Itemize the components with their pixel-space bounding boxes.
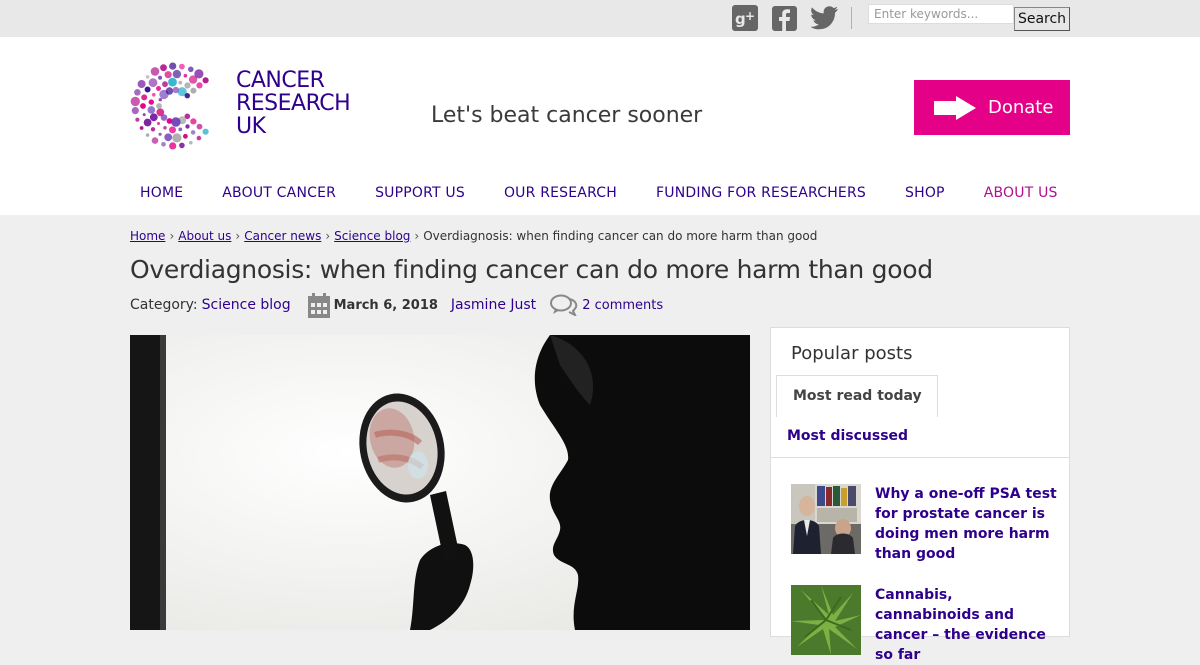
divider [851, 7, 852, 29]
nav-item-about-cancer[interactable]: ABOUT CANCER [222, 185, 336, 207]
article-meta: Category: Science blog March 6, 2018 Jas… [130, 292, 663, 318]
tab-most-read-today[interactable]: Most read today [776, 375, 938, 417]
breadcrumb-science-blog[interactable]: Science blog [334, 229, 410, 243]
nav-item-shop[interactable]: SHOP [905, 185, 945, 207]
breadcrumb: Home › About us › Cancer news › Science blog › O… [130, 229, 817, 243]
breadcrumb-separator: › [235, 229, 241, 243]
nav-item-home[interactable]: HOME [140, 185, 183, 207]
breadcrumb-about-us[interactable]: About us [178, 229, 231, 243]
page-title: Overdiagnosis: when finding cancer can d… [130, 255, 933, 284]
author-link[interactable]: Jasmine Just [451, 297, 536, 313]
article-hero-image [130, 335, 750, 630]
comments-icon [550, 294, 578, 316]
post-thumbnail [791, 585, 861, 655]
breadcrumb-current: Overdiagnosis: when finding cancer can d… [423, 229, 818, 243]
nav-item-funding-for-researchers[interactable]: FUNDING FOR RESEARCHERS [656, 185, 866, 207]
nav-item-support-us[interactable]: SUPPORT US [375, 185, 465, 207]
divider [771, 457, 1069, 458]
breadcrumb-separator: › [325, 229, 331, 243]
facebook-icon[interactable] [772, 5, 797, 31]
calendar-icon [307, 292, 330, 318]
category-label: Category: [130, 297, 198, 313]
search-input[interactable] [868, 4, 1014, 24]
post-thumbnail [791, 484, 861, 554]
site-header: CANCER RESEARCH UK Let's beat cancer soo… [0, 37, 1200, 215]
main-nav: HOME ABOUT CANCER SUPPORT US OUR RESEARC… [130, 185, 1087, 207]
twitter-icon[interactable] [811, 5, 839, 31]
search-button[interactable]: Search [1014, 7, 1070, 31]
arrow-right-icon [934, 95, 976, 120]
magnifying-glass-silhouette-image [130, 335, 750, 630]
nav-item-about-us[interactable]: ABOUT US [984, 185, 1058, 207]
logo-wordmark: CANCER RESEARCH UK [236, 68, 351, 139]
post-date: March 6, 2018 [333, 297, 438, 313]
utility-bar: g + Search [0, 0, 1200, 37]
google-plus-icon[interactable]: g + [732, 5, 758, 31]
breadcrumb-separator: › [414, 229, 420, 243]
post-title[interactable]: Why a one-off PSA test for prostate canc… [875, 484, 1060, 564]
logo-mark-icon [130, 62, 209, 150]
donate-label: Donate [988, 97, 1054, 118]
cancer-research-uk-logo[interactable]: CANCER RESEARCH UK [130, 61, 360, 151]
comments-link[interactable]: 2 comments [582, 298, 663, 313]
site-tagline: Let's beat cancer sooner [431, 103, 703, 128]
svg-text:+: + [745, 9, 755, 23]
popular-posts-sidebar: Popular posts Most read today Most discu… [770, 327, 1070, 663]
tab-most-discussed[interactable]: Most discussed [787, 428, 908, 444]
category-link[interactable]: Science blog [202, 297, 291, 313]
nav-item-our-research[interactable]: OUR RESEARCH [504, 185, 617, 207]
post-title[interactable]: Cannabis, cannabinoids and cancer – the … [875, 585, 1060, 665]
sidebar-title: Popular posts [791, 343, 913, 364]
breadcrumb-separator: › [169, 229, 175, 243]
breadcrumb-cancer-news[interactable]: Cancer news [244, 229, 321, 243]
donate-button[interactable]: Donate [914, 80, 1070, 135]
breadcrumb-home[interactable]: Home [130, 229, 165, 243]
